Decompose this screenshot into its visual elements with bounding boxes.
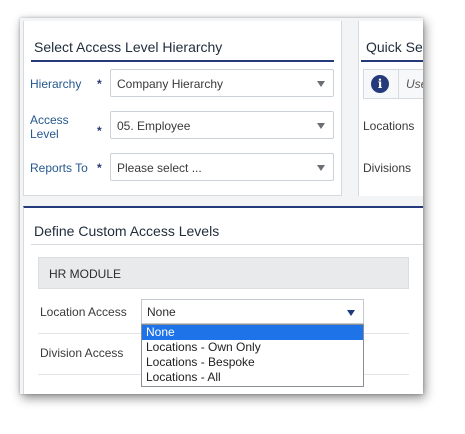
option-locations-own-only[interactable]: Locations - Own Only — [142, 340, 363, 355]
location-access-select[interactable]: None — [141, 299, 364, 324]
divider — [398, 70, 399, 98]
option-locations-bespoke[interactable]: Locations - Bespoke — [142, 355, 363, 370]
access-level-select[interactable]: 05. Employee — [110, 111, 334, 139]
access-hierarchy-panel: Select Access Level Hierarchy Hierarchy … — [23, 21, 342, 196]
option-none[interactable]: None — [142, 325, 363, 340]
chevron-down-icon — [317, 165, 325, 171]
info-box: i Use — [363, 69, 423, 99]
required-marker: * — [97, 124, 102, 138]
info-icon: i — [371, 75, 389, 93]
divisions-label: Divisions — [363, 161, 412, 175]
chevron-down-icon — [317, 81, 325, 87]
hierarchy-select[interactable]: Company Hierarchy — [110, 69, 334, 97]
required-marker: * — [97, 161, 102, 175]
quick-select-panel: Quick Se i Use Locations Divisions — [358, 21, 423, 196]
info-text: Use — [406, 77, 423, 91]
title-underline — [361, 60, 423, 62]
quick-select-title: Quick Se — [366, 39, 423, 55]
reports-to-value: Please select ... — [117, 161, 202, 175]
hierarchy-value: Company Hierarchy — [117, 77, 224, 91]
custom-access-panel: Define Custom Access Levels HR MODULE Lo… — [23, 206, 423, 394]
division-access-label: Division Access — [40, 346, 124, 360]
required-marker: * — [97, 77, 102, 91]
reports-to-label: Reports To — [30, 161, 88, 175]
reports-to-select[interactable]: Please select ... — [110, 153, 334, 181]
title-underline — [31, 244, 423, 245]
access-level-label: Access Level — [30, 113, 69, 141]
option-locations-all[interactable]: Locations - All — [142, 370, 363, 385]
access-hierarchy-title: Select Access Level Hierarchy — [34, 39, 223, 55]
title-underline — [31, 60, 334, 62]
chevron-down-icon — [317, 123, 325, 129]
screenshot-frame: Select Access Level Hierarchy Hierarchy … — [20, 18, 423, 394]
location-access-value: None — [147, 305, 176, 319]
hr-module-header[interactable]: HR MODULE — [38, 257, 409, 289]
hierarchy-label: Hierarchy — [30, 77, 82, 91]
location-access-label: Location Access — [40, 305, 127, 319]
access-level-value: 05. Employee — [117, 119, 191, 133]
hr-module-label: HR MODULE — [49, 267, 122, 281]
locations-label: Locations — [363, 119, 415, 133]
custom-access-title: Define Custom Access Levels — [34, 223, 220, 239]
location-access-dropdown: None Locations - Own Only Locations - Be… — [141, 324, 364, 387]
chevron-down-icon — [347, 310, 355, 316]
